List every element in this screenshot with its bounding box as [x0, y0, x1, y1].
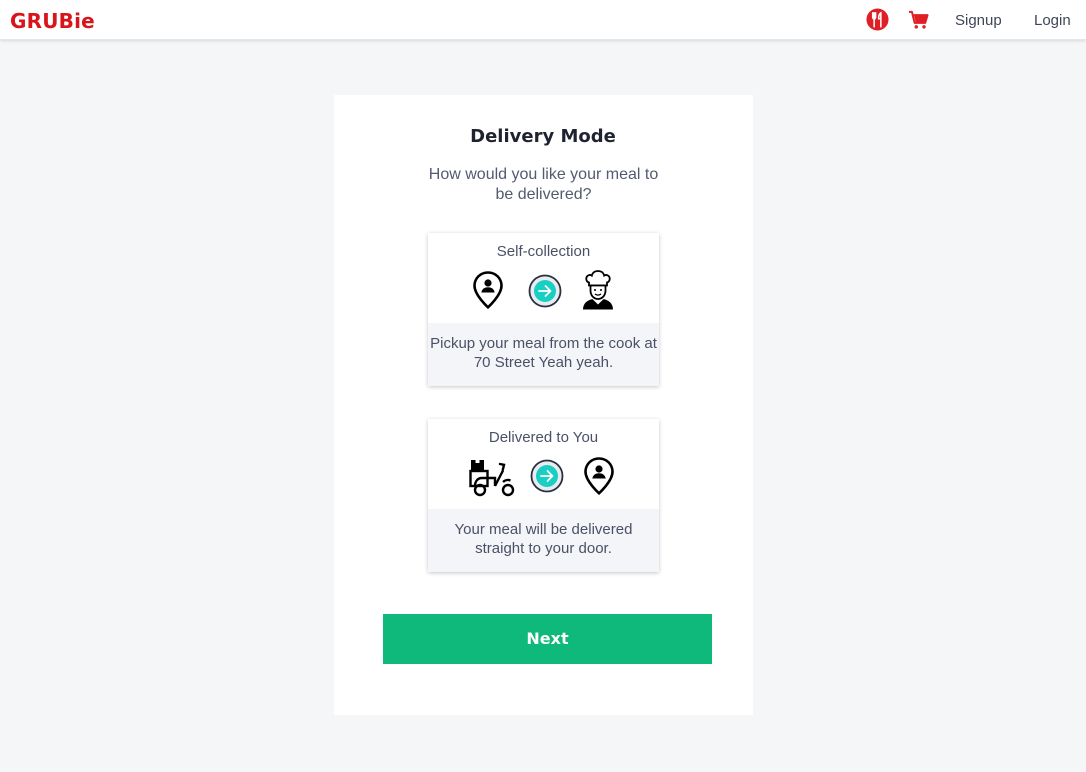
chef-icon: [583, 270, 613, 310]
login-link[interactable]: Login: [1034, 12, 1071, 29]
arrow-right-icon: [528, 274, 562, 308]
app-logo[interactable]: GRUBie: [10, 9, 95, 33]
delivery-question: How would you like your meal to be deliv…: [428, 166, 659, 203]
cart-icon[interactable]: [908, 10, 930, 30]
fork-knife-icon[interactable]: [866, 8, 889, 31]
location-pin-icon: [473, 271, 503, 309]
option-self-collection[interactable]: Self-collection Pickup your meal from th…: [428, 233, 659, 386]
top-navbar: GRUBie Signup Login: [0, 0, 1086, 40]
option-description: Your meal will be delivered straight to …: [428, 509, 659, 572]
signup-link[interactable]: Signup: [955, 12, 1002, 29]
option-title: Self-collection: [496, 243, 591, 260]
location-pin-icon: [584, 457, 614, 495]
option-description: Pickup your meal from the cook at 70 Str…: [428, 323, 659, 386]
arrow-right-icon: [530, 459, 564, 493]
next-button[interactable]: Next: [383, 614, 712, 664]
option-title: Delivered to You: [488, 429, 599, 446]
option-delivered-to-you[interactable]: Delivered to You Your meal will be deliv…: [428, 419, 659, 572]
delivery-scooter-icon: [469, 460, 515, 497]
page-title: Delivery Mode: [470, 126, 616, 147]
